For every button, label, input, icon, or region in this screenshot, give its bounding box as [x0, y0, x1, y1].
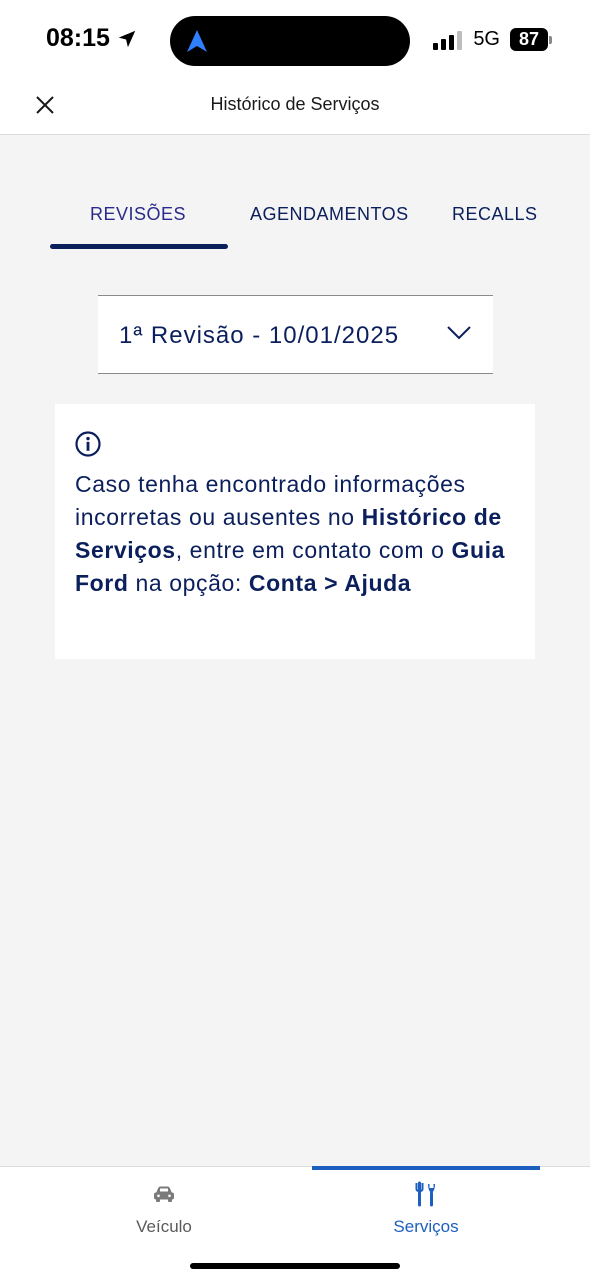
location-arrow-icon: [118, 30, 136, 47]
tab-revisoes[interactable]: REVISÕES: [90, 204, 186, 225]
bottom-nav: Veículo Serviços: [0, 1166, 590, 1280]
dynamic-island: [170, 16, 410, 66]
bottom-tab-servicos-label: Serviços: [393, 1217, 459, 1236]
status-time-text: 08:15: [46, 24, 110, 52]
status-indicators: 5G 87: [433, 28, 552, 51]
navigation-icon: [187, 30, 207, 52]
tab-recalls[interactable]: RECALLS: [452, 204, 538, 225]
chevron-down-icon: [447, 326, 471, 340]
bottom-tab-servicos[interactable]: Serviços: [336, 1181, 516, 1237]
tools-icon: [415, 1181, 435, 1207]
battery-icon: 87: [510, 28, 552, 51]
battery-tip: [549, 35, 552, 44]
status-time: 08:15: [46, 24, 138, 53]
bottom-tab-veiculo[interactable]: Veículo: [74, 1181, 254, 1237]
car-icon: [154, 1186, 174, 1202]
info-bold-conta-ajuda: Conta > Ajuda: [248, 570, 412, 596]
info-icon: [75, 431, 101, 457]
revision-select-value: 1ª Revisão - 10/01/2025: [119, 322, 400, 349]
home-indicator[interactable]: [190, 1263, 400, 1269]
tab-bar: REVISÕES AGENDAMENTOS RECALLS: [0, 190, 590, 252]
revision-select[interactable]: 1ª Revisão - 10/01/2025: [98, 295, 493, 374]
bottom-tab-veiculo-label: Veículo: [136, 1217, 192, 1236]
signal-icon: [433, 30, 463, 50]
network-label: 5G: [473, 28, 500, 50]
info-card: Caso tenha encontrado informações incorr…: [55, 404, 535, 659]
page-title: Histórico de Serviços: [210, 94, 380, 114]
nav-header: Histórico de Serviços: [0, 80, 590, 135]
status-bar: 08:15 5G 87: [0, 0, 590, 80]
bottom-nav-active-indicator: [312, 1166, 540, 1170]
active-tab-indicator: [50, 244, 228, 249]
info-text-part3: na opção:: [128, 570, 249, 596]
battery-level: 87: [510, 28, 548, 51]
tab-agendamentos[interactable]: AGENDAMENTOS: [250, 204, 409, 225]
info-message: Caso tenha encontrado informações incorr…: [75, 468, 525, 600]
info-text-part2: , entre em contato com o: [175, 537, 452, 563]
